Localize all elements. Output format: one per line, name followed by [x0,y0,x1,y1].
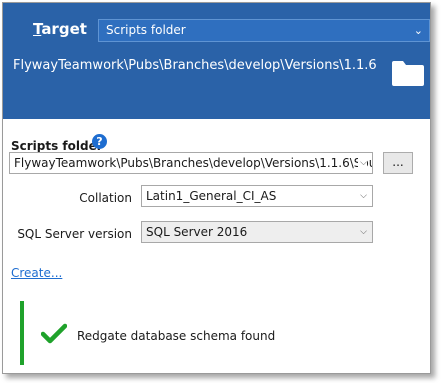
status-message: Redgate database schema found [77,329,276,343]
target-path-title: FlywayTeamwork\Pubs\Branches\develop\Ver… [13,58,377,73]
chevron-down-icon: ⌵ [358,153,367,173]
target-type-select[interactable]: Scripts folder ⌄ [98,19,430,42]
create-link[interactable]: Create... [11,266,62,280]
target-label: Target [33,20,87,38]
chevron-down-icon: ⌵ [358,186,367,206]
chevron-down-icon: ⌵ [358,222,367,242]
target-panel: Target Scripts folder ⌄ FlywayTeamwork\P… [2,2,431,374]
scripts-folder-combo[interactable]: FlywayTeamwork\Pubs\Branches\develop\Ver… [9,152,373,174]
sql-server-version-value: SQL Server 2016 [146,225,248,239]
chevron-down-icon: ⌄ [413,24,423,37]
collation-label: Collation [79,191,132,205]
collation-value: Latin1_General_CI_AS [146,189,277,203]
scripts-folder-value: FlywayTeamwork\Pubs\Branches\develop\Ver… [14,156,373,170]
target-header: Target Scripts folder ⌄ FlywayTeamwork\P… [3,3,430,119]
sql-server-version-label: SQL Server version [17,227,132,241]
target-label-rest: arget [41,20,87,38]
target-type-value: Scripts folder [106,23,186,37]
checkmark-icon [41,323,67,344]
sql-server-version-select[interactable]: SQL Server 2016 ⌵ [141,221,373,243]
folder-icon[interactable] [391,59,425,87]
browse-button[interactable]: ... [383,152,413,174]
help-icon[interactable]: ? [92,134,107,149]
collation-select[interactable]: Latin1_General_CI_AS ⌵ [141,185,373,207]
status-indicator-bar [20,301,24,365]
scripts-folder-label: Scripts folder [11,139,103,153]
